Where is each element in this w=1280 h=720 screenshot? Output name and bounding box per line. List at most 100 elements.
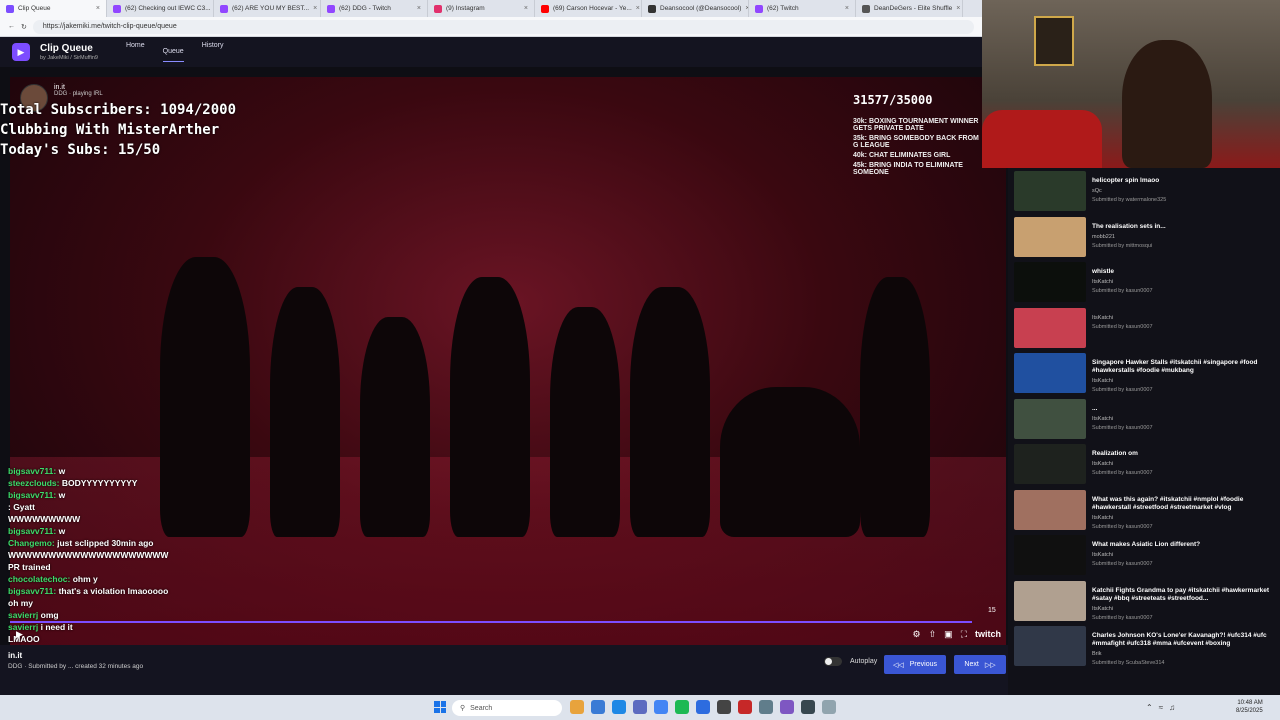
close-icon[interactable]: × [845, 5, 849, 12]
browser-tab[interactable]: (62) Checking out IEWC C3...× [107, 0, 214, 17]
close-icon[interactable]: × [524, 5, 528, 12]
chrome-icon[interactable] [654, 700, 668, 714]
clip-thumbnail[interactable] [1014, 398, 1086, 439]
queue-item[interactable]: The realisation sets in... mobb221 Submitt… [1008, 214, 1280, 260]
tab-label: (62) Twitch [767, 5, 799, 12]
close-icon[interactable]: × [417, 5, 421, 12]
goal-item: 30k: BOXING TOURNAMENT WINNER GETS PRIVA… [853, 118, 979, 132]
clip-thumbnail[interactable] [1014, 307, 1086, 348]
file-explorer-icon[interactable] [570, 700, 584, 714]
chat-message: bigsavv711: w [8, 465, 168, 477]
chat-username: savierrj [8, 610, 39, 620]
app-icon[interactable] [696, 700, 710, 714]
next-button[interactable]: Next ▷▷ [954, 655, 1006, 674]
goal-list: 30k: BOXING TOURNAMENT WINNER GETS PRIVA… [853, 118, 983, 179]
close-icon[interactable]: × [96, 5, 100, 12]
volume-icon[interactable]: ♫ [1169, 703, 1175, 712]
queue-item-title: Realization om [1092, 450, 1138, 457]
theatre-icon[interactable]: ▣ [944, 629, 953, 640]
settings-icon[interactable]: ⚙ [913, 629, 921, 640]
app-header: ▶ Clip Queue by JakeMiki / SirMuffin9 Ho… [0, 37, 982, 67]
chevron-up-icon[interactable]: ⌃ [1146, 703, 1153, 712]
share-icon[interactable]: ⇧ [929, 629, 937, 640]
queue-item-submitter: Submitted by ScubaSteve314 [1092, 660, 1165, 666]
nav-home[interactable]: Home [126, 42, 145, 62]
clip-thumbnail[interactable] [1014, 580, 1086, 621]
close-icon[interactable]: × [313, 5, 317, 12]
video-timestamp: 15 [988, 607, 996, 614]
tab-label: Clip Queue [18, 5, 51, 12]
clip-thumbnail[interactable] [1014, 262, 1086, 302]
tab-label: Deansocool (@Deansocool) [660, 5, 742, 12]
queue-item[interactable]: ItsKatchi Submitted by kasun0007 [1008, 305, 1280, 351]
queue-item[interactable]: Singapore Hawker Stalls #itskatchii #sin… [1008, 350, 1280, 396]
browser-tab[interactable]: DeanDeGers - Elite Shuffle × [856, 0, 963, 17]
queue-item[interactable]: ... ItsKatchi Submitted by kasun0007 [1008, 396, 1280, 442]
settings-icon[interactable] [759, 700, 773, 714]
queue-item[interactable]: Realization om ItsKatchi Submitted by kasu… [1008, 441, 1280, 487]
windows-start-icon[interactable] [434, 701, 446, 713]
url-field[interactable]: https://jakemiki.me/twitch-clip-queue/qu… [32, 19, 974, 34]
wifi-icon[interactable]: ≈ [1159, 703, 1163, 712]
chat-message: oh my [8, 597, 168, 609]
browser-tab[interactable]: (69) Carson Hocevar - Ye... × [535, 0, 642, 17]
taskbar-clock[interactable]: 10:48 AM 8/25/2025 [1236, 699, 1263, 715]
queue-item[interactable]: Katchii Fights Grandma to pay #itskatchi… [1008, 578, 1280, 624]
back-icon[interactable]: ← [8, 23, 15, 30]
spotify-icon[interactable] [675, 700, 689, 714]
app-icon[interactable] [822, 700, 836, 714]
app-icon[interactable] [591, 700, 605, 714]
queue-item-submitter: Submitted by mittmosqui [1092, 242, 1153, 249]
nav-queue[interactable]: Queue [162, 48, 184, 62]
browser-tab[interactable]: Deansocool (@Deansocool)× [642, 0, 749, 17]
clip-thumbnail[interactable] [1014, 489, 1086, 530]
previous-button[interactable]: ◁◁ Previous [884, 655, 946, 674]
chat-username: bigsavv711: [8, 466, 57, 476]
app-icon[interactable] [801, 700, 815, 714]
tab-label: (62) ARE YOU MY BEST... [232, 5, 310, 12]
close-icon[interactable]: × [956, 5, 960, 12]
tab-favicon-icon [327, 4, 335, 13]
app-icon[interactable] [780, 700, 794, 714]
browser-tab[interactable]: (9) Instagram × [428, 0, 535, 17]
queue-item[interactable]: What was this again? #itskatchii #nmplol… [1008, 487, 1280, 533]
footer-channel: in.it [8, 651, 23, 660]
tab-label: (9) Instagram [446, 5, 485, 12]
clip-thumbnail[interactable] [1014, 535, 1086, 575]
queue-item[interactable]: What makes Asiatic Lion different? ItsKat… [1008, 532, 1280, 578]
chat-username: bigsavv711: [8, 526, 57, 536]
browser-tab[interactable]: (62) DDG - Twitch × [321, 0, 428, 17]
close-icon[interactable]: × [636, 5, 640, 12]
edge-icon[interactable] [612, 700, 626, 714]
chat-message: PR trained [8, 561, 168, 573]
taskbar-search[interactable]: ⚲ Search [452, 700, 562, 716]
browser-tab[interactable]: (62) Twitch × [749, 0, 856, 17]
clip-thumbnail[interactable] [1014, 171, 1086, 211]
clip-thumbnail[interactable] [1014, 353, 1086, 393]
app-icon[interactable] [717, 700, 731, 714]
clip-thumbnail[interactable] [1014, 444, 1086, 484]
nav-history[interactable]: History [202, 42, 224, 62]
clip-thumbnail[interactable] [1014, 626, 1086, 666]
reload-icon[interactable]: ↻ [21, 23, 27, 31]
app-icon[interactable] [633, 700, 647, 714]
queue-item-submitter: Submitted by kasun0007 [1092, 424, 1153, 431]
autoplay-control[interactable]: Autoplay [824, 657, 877, 666]
rewind-icon: ◁◁ [892, 661, 904, 669]
play-icon[interactable]: ▶ [16, 629, 23, 640]
goal-counter: 31577/35000 [853, 93, 933, 107]
browser-tab[interactable]: (62) ARE YOU MY BEST... × [214, 0, 321, 17]
app-icon[interactable] [738, 700, 752, 714]
queue-item-submitter: Submitted by kasun0007 [1092, 288, 1153, 294]
tab-favicon-icon [862, 4, 870, 13]
browser-tab[interactable]: Clip Queue × [0, 0, 107, 17]
clip-thumbnail[interactable] [1014, 216, 1086, 257]
queue-item[interactable]: whistle ItsKatchi Submitted by kasun0007 [1008, 259, 1280, 305]
overlay-line-activity: Clubbing With MisterArther [0, 122, 220, 138]
fullscreen-icon[interactable]: ⛶ [961, 629, 967, 640]
video-progress-bar[interactable] [10, 621, 972, 623]
tab-favicon-icon [648, 4, 656, 13]
queue-item[interactable]: helicopter spin lmaoo sQc Submitted by wat… [1008, 168, 1280, 214]
queue-item[interactable]: Charles Johnson KO's Lone'er Kavanagh?! … [1008, 623, 1280, 669]
autoplay-toggle[interactable] [824, 657, 842, 666]
